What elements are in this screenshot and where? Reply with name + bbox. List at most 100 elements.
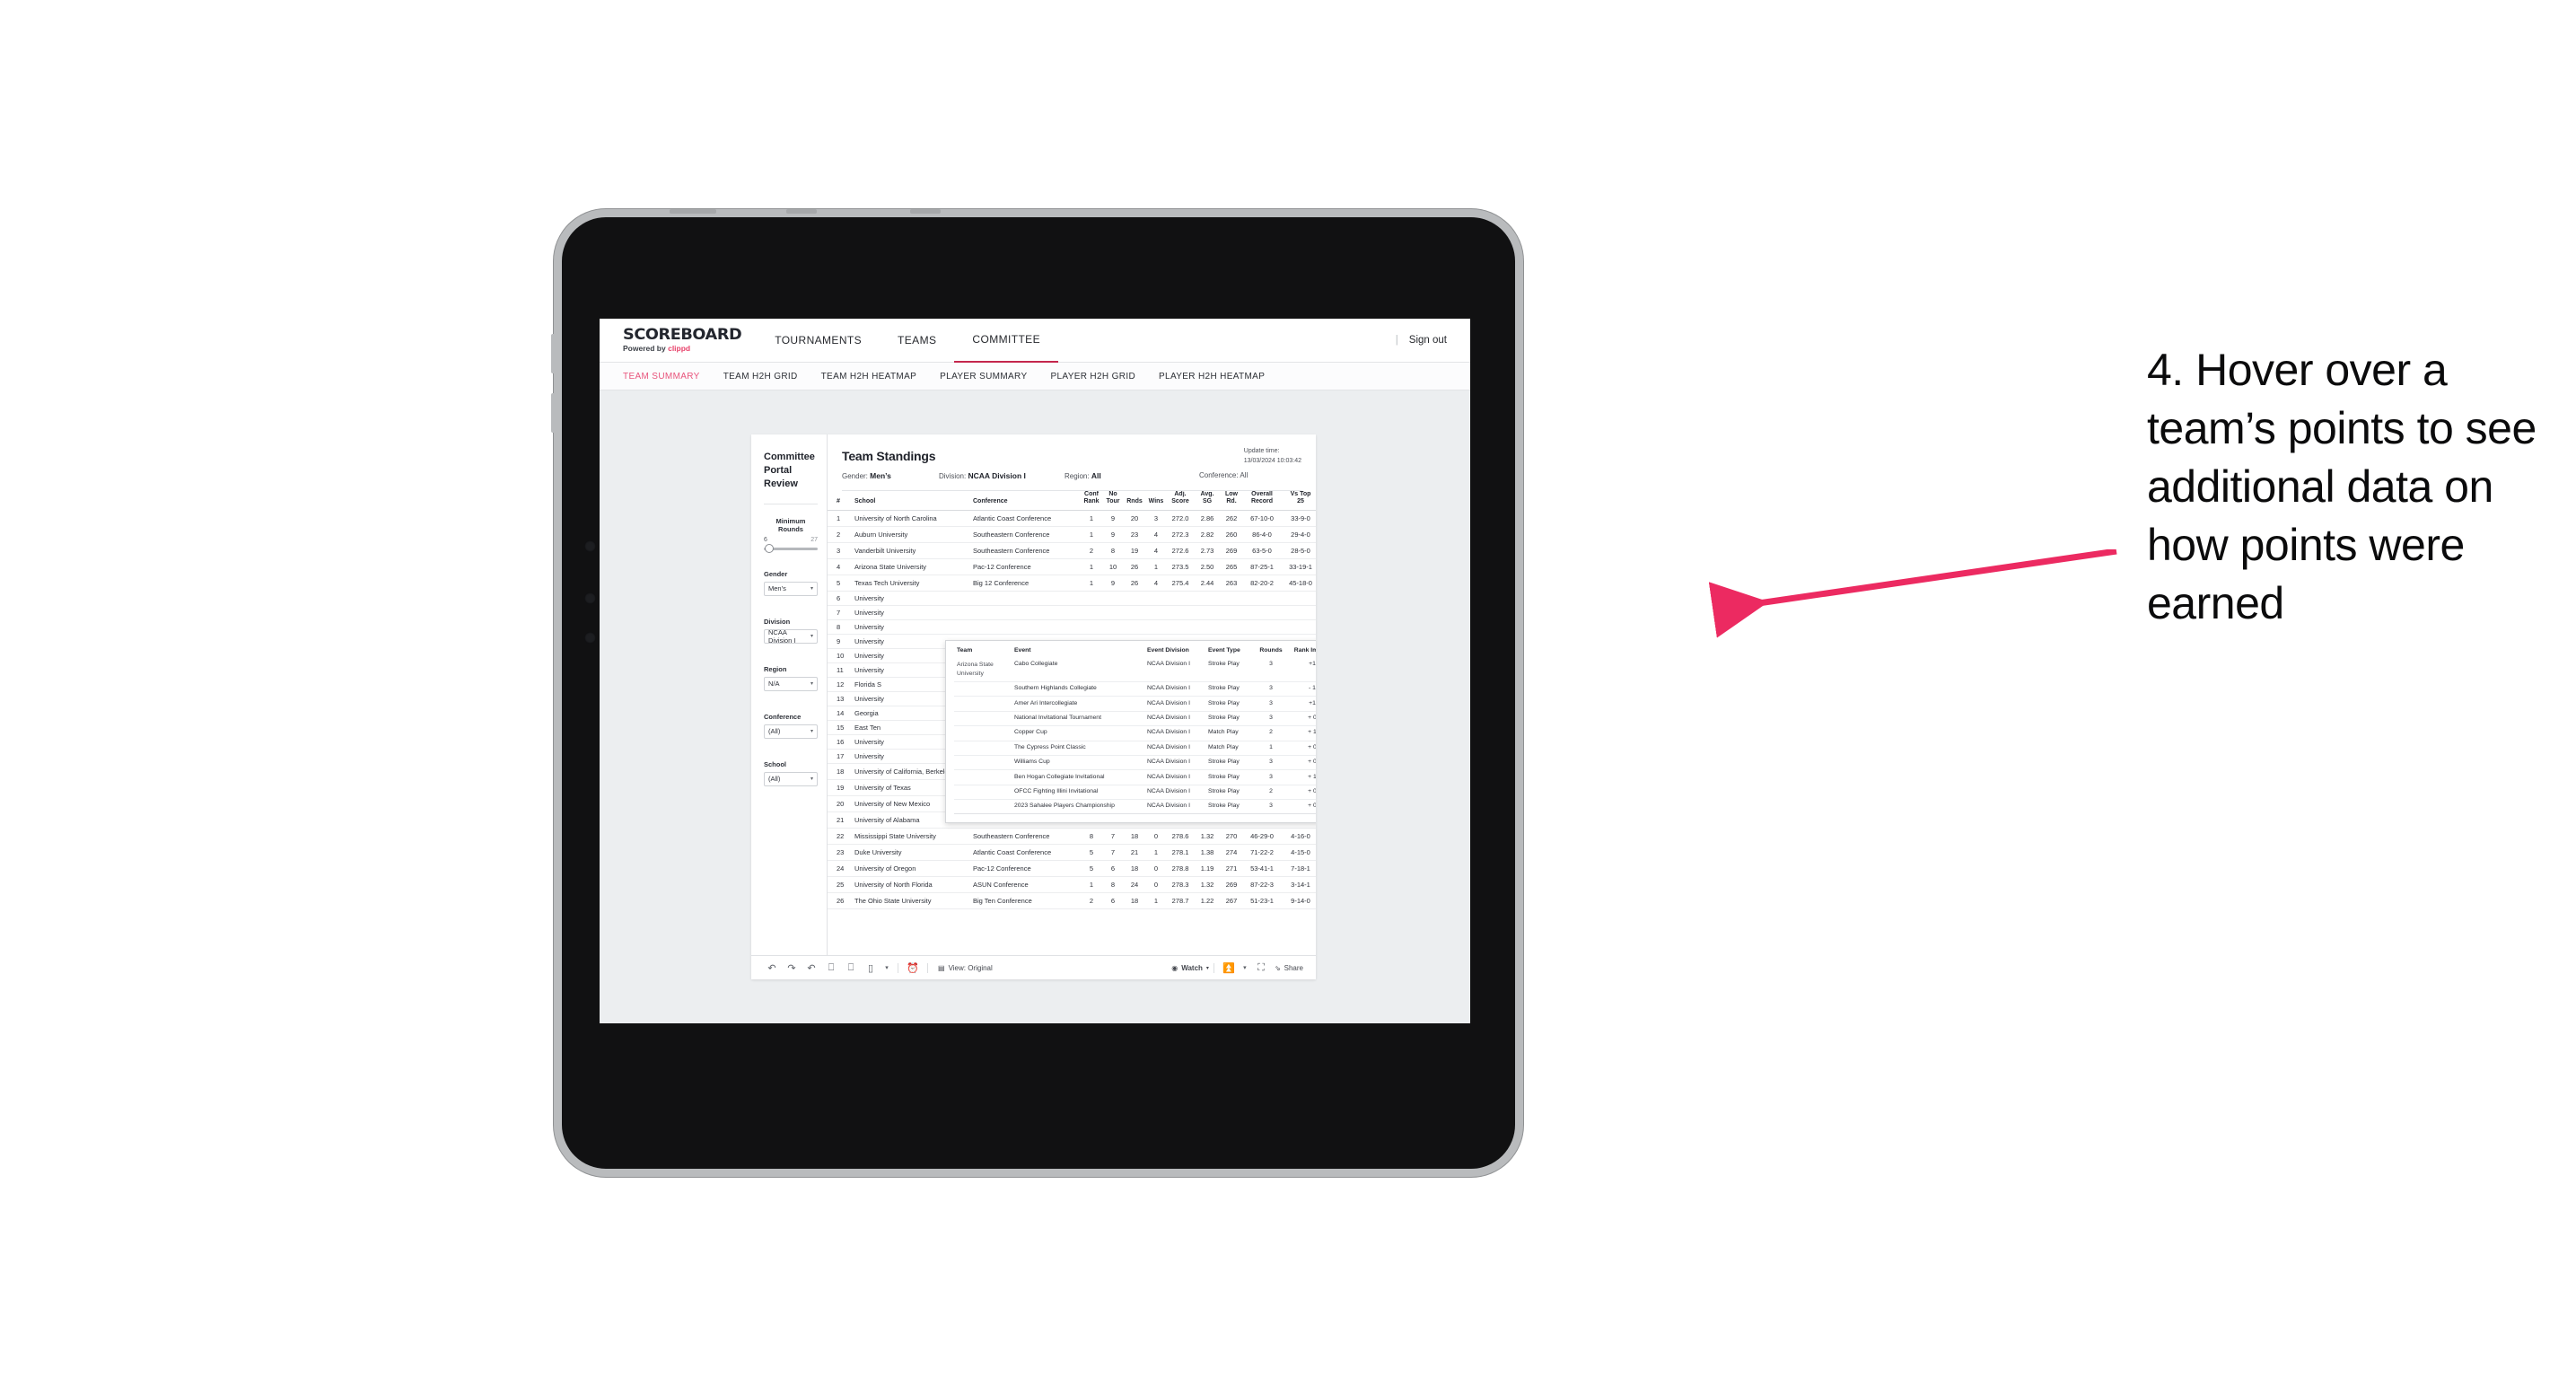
sign-out-link[interactable]: Sign out: [1409, 335, 1447, 346]
filter-division: Division NCAA Division I ▾: [751, 618, 827, 645]
table-row[interactable]: 23 Duke University Atlantic Coast Conferen…: [828, 844, 1316, 862]
cell-no-tour: [1102, 605, 1124, 621]
th-low-rd[interactable]: Low Rd.: [1221, 491, 1242, 511]
highlight-pill-icon[interactable]: ▯: [861, 962, 881, 974]
tab-team-h2h-heatmap[interactable]: TEAM H2H HEATMAP: [821, 372, 941, 382]
cell-rnds: 24: [1124, 876, 1145, 894]
chevron-down-icon: ▾: [810, 776, 813, 783]
nav-item-committee[interactable]: COMMITTEE: [954, 319, 1058, 363]
tab-team-h2h-grid[interactable]: TEAM H2H GRID: [723, 372, 821, 382]
tab-player-h2h-heatmap[interactable]: PLAYER H2H HEATMAP: [1159, 372, 1288, 382]
th-overall-record[interactable]: Overall Record: [1242, 491, 1282, 511]
tooltip-cell-team: [954, 725, 1012, 741]
gender-label: Gender: [764, 569, 788, 578]
tooltip-cell-rounds: 3: [1254, 755, 1288, 771]
cell-conf-rank: [1081, 605, 1102, 621]
table-row[interactable]: 25 University of North Florida ASUN Confer…: [828, 876, 1316, 894]
table-row[interactable]: 26 The Ohio State University Big Ten Confe…: [828, 892, 1316, 910]
tooltip-cell-event: Amer Ari Intercollegiate: [1012, 696, 1144, 712]
download-icon[interactable]: ⏫: [1219, 962, 1239, 974]
tooltip-cell-rounds: 2: [1254, 725, 1288, 741]
th-conf-rank[interactable]: Conf Rank: [1081, 491, 1102, 511]
tab-team-summary[interactable]: TEAM SUMMARY: [623, 372, 723, 382]
cell-conference: Big Ten Conference: [971, 892, 1081, 910]
sensor-1: [584, 592, 596, 604]
tab-player-summary[interactable]: PLAYER SUMMARY: [940, 372, 1050, 382]
table-row[interactable]: 22 Mississippi State University Southeaste…: [828, 828, 1316, 846]
tooltip-cell-team: [954, 696, 1012, 712]
th-adj-score[interactable]: Adj. Score: [1167, 491, 1194, 511]
table-row[interactable]: 4 Arizona State University Pac-12 Conferen…: [828, 558, 1316, 576]
gender-select[interactable]: Men’s ▾: [764, 581, 818, 596]
standings-table-wrapper[interactable]: # School Conference Conf Rank No Tour Rnds…: [828, 491, 1316, 955]
table-row[interactable]: 5 Texas Tech University Big 12 Conference 1…: [828, 575, 1316, 592]
chevron-down-icon: ▾: [810, 681, 813, 688]
cell-school: University of Oregon: [853, 860, 971, 878]
table-row[interactable]: 8 University: [828, 619, 1316, 636]
school-select[interactable]: (All) ▾: [764, 771, 818, 786]
table-row[interactable]: 2 Auburn University Southeastern Conferenc…: [828, 526, 1316, 544]
table-row[interactable]: 3 Vanderbilt University Southeastern Confe…: [828, 542, 1316, 560]
table-row[interactable]: 7 University: [828, 605, 1316, 621]
view-original-button[interactable]: ▤ View: Original: [938, 964, 993, 972]
standings-table-head: # School Conference Conf Rank No Tour Rnds…: [828, 491, 1316, 511]
cell-conference: [971, 619, 1081, 636]
workbook-toolbar: ↶ ↷ ↶ ⎕ ⎕ ▯ ▾ ⏰ ▤ View: Original ◉ Watch…: [751, 955, 1316, 979]
cell-avg-sg: 2.86: [1194, 510, 1221, 528]
powered-by: Powered by clippd: [623, 345, 737, 353]
th-rnds[interactable]: Rnds: [1124, 491, 1145, 511]
cell-conf-rank: 1: [1081, 876, 1102, 894]
chevron-down-icon[interactable]: ▾: [1239, 964, 1251, 971]
update-time-value: 13/03/2024 10:03:42: [1243, 457, 1301, 464]
pause-data-icon[interactable]: ⎕: [841, 962, 861, 974]
device-volume-up-button: [551, 334, 556, 373]
th-no-tour[interactable]: No Tour: [1102, 491, 1124, 511]
conference-value: (All): [768, 727, 781, 736]
filter-summary-gender-label: Gender:: [842, 472, 868, 480]
cell-vs-top-25: [1282, 591, 1316, 607]
division-value: NCAA Division I: [768, 627, 796, 645]
cell-avg-sg: 1.38: [1194, 844, 1221, 862]
th-wins[interactable]: Wins: [1145, 491, 1167, 511]
chevron-down-icon[interactable]: ▾: [881, 964, 893, 971]
cell-rank: 8: [828, 619, 853, 636]
sidebar-title-line-2: Portal Review: [764, 464, 798, 489]
th-vs-top-25[interactable]: Vs Top 25: [1282, 491, 1316, 511]
table-row[interactable]: 24 University of Oregon Pac-12 Conference 5…: [828, 860, 1316, 878]
revert-icon[interactable]: ↶: [802, 962, 821, 974]
share-button[interactable]: ⇘ Share: [1275, 964, 1303, 972]
th-rank[interactable]: #: [828, 491, 853, 511]
table-row[interactable]: 1 University of North Carolina Atlantic Co…: [828, 510, 1316, 528]
nav-item-tournaments[interactable]: TOURNAMENTS: [757, 319, 880, 362]
division-select[interactable]: NCAA Division I ▾: [764, 627, 818, 645]
cell-adj-score: 278.1: [1167, 844, 1194, 862]
table-row[interactable]: 6 University: [828, 591, 1316, 607]
undo-icon[interactable]: ↶: [762, 962, 782, 974]
tooltip-cell-team: [954, 711, 1012, 727]
conference-select[interactable]: (All) ▾: [764, 724, 818, 739]
watch-button[interactable]: ◉ Watch ▾: [1171, 964, 1209, 972]
th-school[interactable]: School: [853, 491, 971, 511]
slider-handle[interactable]: [765, 544, 774, 554]
redo-icon[interactable]: ↷: [782, 962, 802, 974]
th-conference[interactable]: Conference: [971, 491, 1081, 511]
th-avg-sg[interactable]: Avg. SG: [1194, 491, 1221, 511]
cell-rank: 26: [828, 892, 853, 910]
fullscreen-icon[interactable]: ⛶: [1251, 962, 1271, 974]
tooltip-cell-division: NCAA Division I: [1144, 681, 1205, 697]
tab-player-h2h-grid[interactable]: PLAYER H2H GRID: [1050, 372, 1159, 382]
clock-icon[interactable]: ⏰: [903, 962, 923, 974]
brand-logo[interactable]: SCOREBOARD Powered by clippd: [600, 328, 757, 353]
refresh-data-icon[interactable]: ⎕: [821, 962, 841, 974]
region-select[interactable]: N/A ▾: [764, 676, 818, 691]
tooltip-cell-impact: + 0: [1288, 785, 1316, 801]
tooltip-cell-event: The Cypress Point Classic: [1012, 741, 1144, 756]
cell-wins: [1145, 605, 1167, 621]
tt-th-event: Event: [1014, 647, 1031, 654]
nav-item-teams[interactable]: TEAMS: [880, 319, 954, 362]
cell-low-rd: 274: [1221, 844, 1242, 862]
cell-rank: 12: [828, 677, 853, 693]
update-time: Update time: 13/03/2024 10:03:42: [1244, 447, 1301, 466]
cell-rnds: 18: [1124, 860, 1145, 878]
minimum-rounds-slider[interactable]: [764, 544, 818, 554]
